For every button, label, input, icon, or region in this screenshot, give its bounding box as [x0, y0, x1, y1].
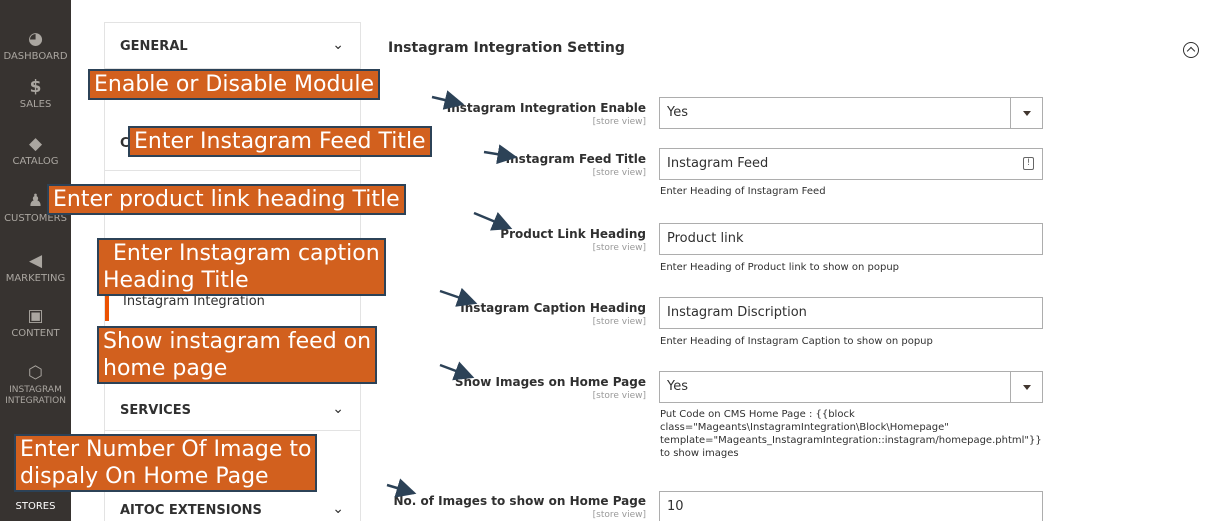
callout-text: Enter product link heading Title — [53, 187, 400, 212]
arrow-feed-title — [483, 144, 518, 165]
arrow-num-images — [386, 478, 417, 498]
callout-home-images: Show instagram feed on home page — [97, 326, 378, 384]
callout-num-images: Enter Number Of Image to dispaly On Home… — [14, 434, 318, 492]
callout-text: Show instagram feed on — [103, 329, 372, 354]
callout-text: Enter Instagram Feed Title — [134, 129, 426, 154]
callout-text: Heading Title — [103, 268, 249, 293]
callout-feed-title: Enter Instagram Feed Title — [128, 126, 432, 157]
callout-text: Enter Instagram caption — [113, 241, 380, 266]
arrow-enable — [431, 90, 465, 110]
callout-text: Enter Number Of Image to — [20, 437, 312, 462]
callout-enable: Enable or Disable Module — [88, 69, 381, 100]
arrow-caption — [439, 287, 478, 307]
arrow-home-images — [439, 361, 475, 381]
callout-caption: Enter Instagram caption Heading Title — [97, 238, 386, 296]
callout-text: home page — [103, 356, 228, 381]
callout-text: dispaly On Home Page — [20, 464, 269, 489]
callout-text: Enable or Disable Module — [94, 72, 375, 97]
arrow-product-link — [473, 211, 513, 231]
callout-product-link: Enter product link heading Title — [47, 184, 406, 215]
